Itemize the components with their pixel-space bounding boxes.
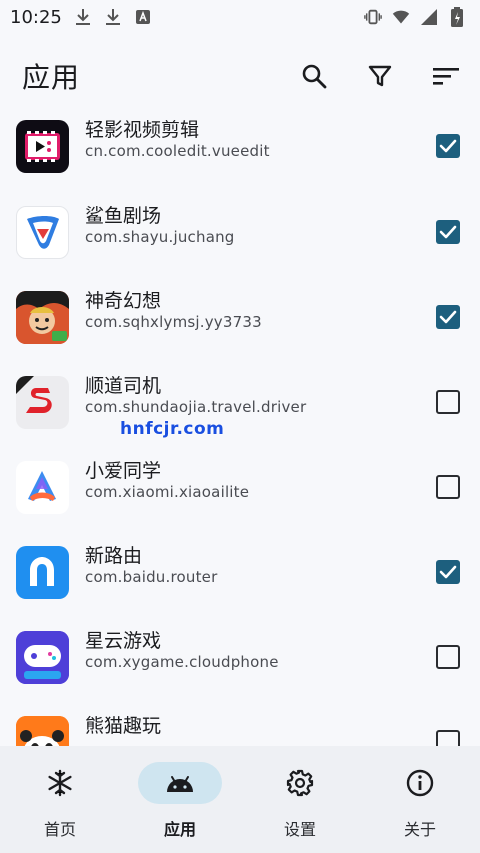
watermark-text: hnfcjr.com: [120, 419, 225, 439]
app-package: cn.com.cooledit.vueedit: [85, 142, 270, 160]
download-icon: [104, 8, 122, 26]
app-icon: [16, 716, 69, 746]
app-notification-icon: [134, 8, 152, 26]
app-package: com.shayu.juchang: [85, 228, 235, 246]
status-bar: 10:25: [0, 0, 480, 34]
list-item[interactable]: 顺道司机 com.shundaojia.travel.driver: [0, 360, 480, 445]
gear-icon: [286, 769, 314, 797]
app-package: com.sqhxlymsj.yy3733: [85, 313, 262, 331]
filter-icon: [368, 65, 392, 87]
app-checkbox[interactable]: [436, 560, 460, 584]
top-app-bar: 应用: [0, 34, 480, 118]
nav-item-apps[interactable]: 应用: [120, 746, 240, 853]
vibrate-icon: [364, 8, 382, 26]
search-button[interactable]: [298, 60, 330, 92]
signal-icon: [420, 8, 438, 26]
list-item[interactable]: 熊猫趣玩: [0, 700, 480, 746]
info-icon: [406, 769, 434, 797]
download-icon: [74, 8, 92, 26]
app-checkbox[interactable]: [436, 305, 460, 329]
check-icon: [439, 225, 457, 239]
nav-item-home[interactable]: 首页: [0, 746, 120, 853]
app-icon: [16, 291, 69, 344]
snowflake-icon: [48, 769, 72, 797]
wifi-icon: [392, 8, 410, 26]
app-checkbox[interactable]: [436, 475, 460, 499]
app-name: 新路由: [85, 545, 143, 567]
bottom-navigation: 首页 应用 设置 关于: [0, 746, 480, 853]
nav-item-about[interactable]: 关于: [360, 746, 480, 853]
app-name: 神奇幻想: [85, 290, 162, 312]
sort-icon: [433, 68, 459, 85]
app-name: 顺道司机: [85, 375, 162, 397]
app-name: 小爱同学: [85, 460, 162, 482]
check-icon: [439, 310, 457, 324]
nav-label: 应用: [163, 820, 196, 839]
nav-label: 关于: [403, 820, 436, 839]
app-icon: [16, 206, 69, 259]
app-checkbox[interactable]: [436, 730, 460, 746]
sort-button[interactable]: [430, 60, 462, 92]
list-item[interactable]: 轻影视频剪辑 cn.com.cooledit.vueedit: [0, 118, 480, 189]
app-name: 鲨鱼剧场: [85, 205, 162, 227]
list-item[interactable]: 新路由 com.baidu.router: [0, 530, 480, 615]
page-title: 应用: [22, 61, 81, 94]
app-icon: [16, 631, 69, 684]
list-item[interactable]: 小爱同学 com.xiaomi.xiaoailite: [0, 445, 480, 530]
app-icon: [16, 461, 69, 514]
app-checkbox[interactable]: [436, 390, 460, 414]
search-icon: [302, 64, 327, 89]
app-package: com.xiaomi.xiaoailite: [85, 483, 250, 501]
app-icon: [16, 120, 69, 173]
app-icon: [16, 546, 69, 599]
app-icon: [16, 376, 69, 429]
app-checkbox[interactable]: [436, 220, 460, 244]
filter-button[interactable]: [364, 60, 396, 92]
status-time: 10:25: [10, 6, 62, 28]
app-list: 轻影视频剪辑 cn.com.cooledit.vueedit 鲨鱼剧场 com.…: [0, 118, 480, 746]
app-package: com.xygame.cloudphone: [85, 653, 279, 671]
app-name: 星云游戏: [85, 630, 162, 652]
nav-item-settings[interactable]: 设置: [240, 746, 360, 853]
android-icon: [167, 776, 193, 792]
check-icon: [439, 139, 457, 153]
nav-label: 设置: [283, 820, 316, 839]
nav-label: 首页: [43, 820, 76, 839]
app-name: 轻影视频剪辑: [85, 119, 200, 141]
app-name: 熊猫趣玩: [85, 715, 162, 737]
battery-icon: [448, 7, 466, 27]
list-item[interactable]: 神奇幻想 com.sqhxlymsj.yy3733: [0, 275, 480, 360]
app-checkbox[interactable]: [436, 645, 460, 669]
app-checkbox[interactable]: [436, 134, 460, 158]
list-item[interactable]: 星云游戏 com.xygame.cloudphone: [0, 615, 480, 700]
list-item[interactable]: 鲨鱼剧场 com.shayu.juchang: [0, 190, 480, 275]
app-package: com.baidu.router: [85, 568, 218, 586]
check-icon: [439, 565, 457, 579]
app-package: com.shundaojia.travel.driver: [85, 398, 307, 416]
